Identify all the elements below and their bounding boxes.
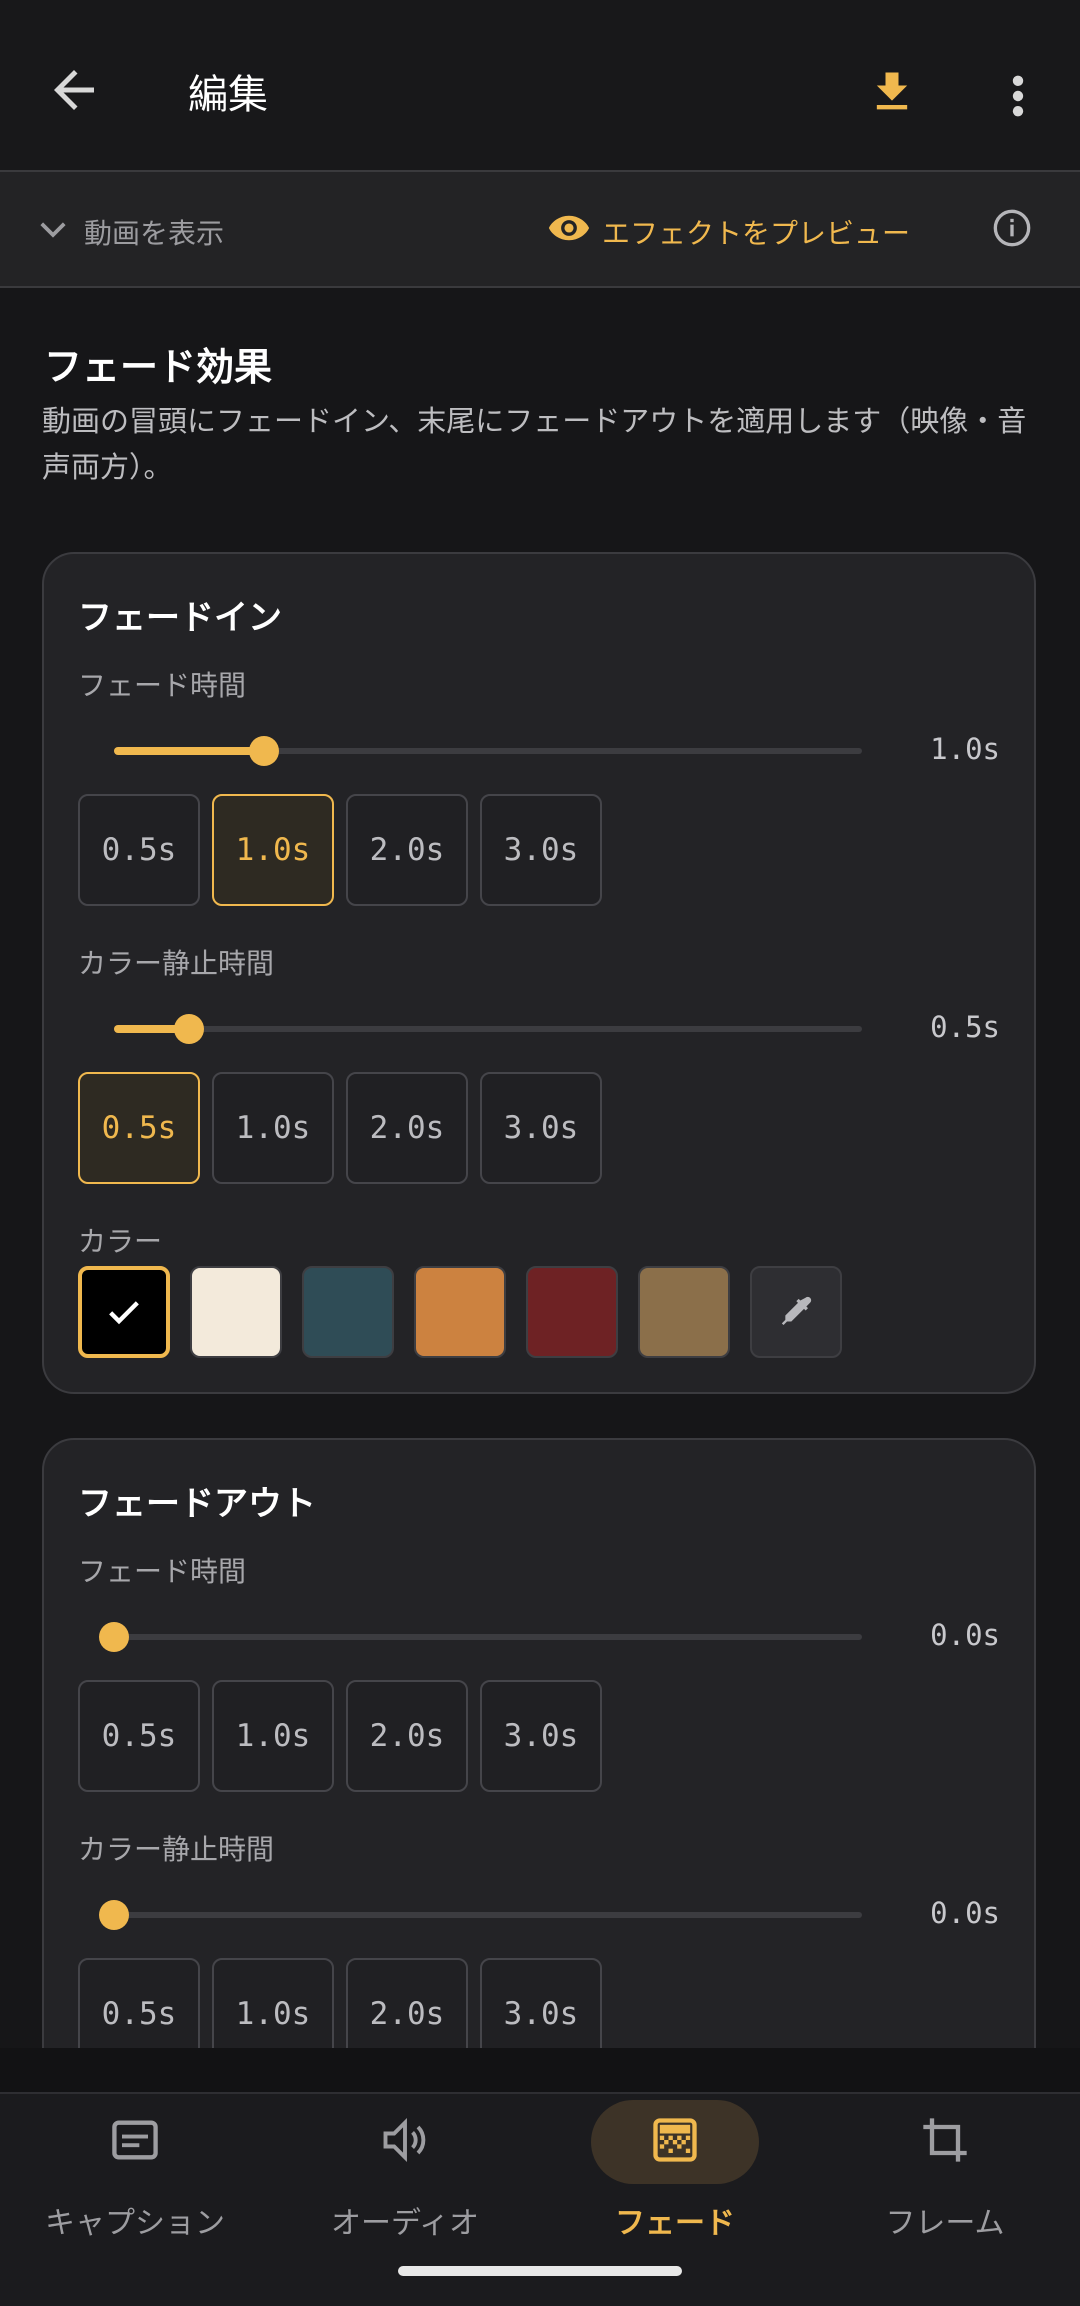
- nav-item-caption[interactable]: キャプション: [0, 2094, 270, 2306]
- home-indicator: [398, 2266, 682, 2276]
- duration-chip[interactable]: 0.5s: [78, 1680, 200, 1792]
- preview-bar: 動画を表示 エフェクトをプレビュー: [0, 170, 1080, 288]
- show-video-toggle[interactable]: 動画を表示: [84, 212, 224, 252]
- preview-effect-button[interactable]: エフェクトをプレビュー: [602, 212, 910, 252]
- custom-color-button[interactable]: [750, 1266, 842, 1358]
- hold-chip[interactable]: 0.5s: [78, 1958, 200, 2048]
- fade-settings-content[interactable]: フェード効果 動画の冒頭にフェードイン、末尾にフェードアウトを適用します（映像・…: [0, 288, 1080, 2048]
- eye-icon[interactable]: [548, 212, 590, 244]
- more-vert-icon[interactable]: [1000, 70, 1036, 122]
- fade-in-hold-label: カラー静止時間: [78, 947, 275, 980]
- fade-out-hold-options: 0.5s 1.0s 2.0s 3.0s: [78, 1958, 602, 2048]
- fade-in-hold-value: 0.5s: [930, 1010, 1000, 1044]
- nav-label: キャプション: [45, 2206, 225, 2241]
- hold-chip[interactable]: 3.0s: [480, 1958, 602, 2048]
- fade-in-hold-options: 0.5s 1.0s 2.0s 3.0s: [78, 1072, 602, 1184]
- fade-icon: [653, 2118, 697, 2162]
- duration-chip[interactable]: 1.0s: [212, 1680, 334, 1792]
- fade-in-card: フェードイン フェード時間 1.0s 0.5s 1.0s 2.0s 3.0s カ…: [42, 552, 1036, 1394]
- duration-chip-selected[interactable]: 1.0s: [212, 794, 334, 906]
- fade-in-duration-value: 1.0s: [930, 732, 1000, 766]
- fade-out-hold-label: カラー静止時間: [78, 1833, 275, 1866]
- download-icon[interactable]: [866, 64, 918, 120]
- fade-in-duration-label: フェード時間: [78, 669, 247, 702]
- color-swatch[interactable]: [190, 1266, 282, 1358]
- color-swatch[interactable]: [414, 1266, 506, 1358]
- fade-in-duration-slider[interactable]: [72, 728, 862, 774]
- fade-out-hold-slider[interactable]: [72, 1892, 862, 1938]
- check-icon: [109, 1301, 139, 1325]
- slider-thumb[interactable]: [173, 1014, 204, 1044]
- color-swatch-selected[interactable]: [78, 1266, 170, 1358]
- duration-chip[interactable]: 2.0s: [346, 1680, 468, 1792]
- fade-out-card: フェードアウト フェード時間 0.0s 0.5s 1.0s 2.0s 3.0s …: [42, 1438, 1036, 2048]
- color-swatch[interactable]: [638, 1266, 730, 1358]
- caption-icon: [112, 2120, 158, 2160]
- color-swatches: [78, 1266, 842, 1358]
- hold-chip[interactable]: 1.0s: [212, 1072, 334, 1184]
- info-icon[interactable]: [992, 208, 1032, 248]
- page-title: 編集: [188, 72, 268, 118]
- color-swatch[interactable]: [526, 1266, 618, 1358]
- duration-chip[interactable]: 3.0s: [480, 794, 602, 906]
- fade-in-color-label: カラー: [78, 1225, 163, 1258]
- fade-out-duration-label: フェード時間: [78, 1555, 247, 1588]
- duration-chip[interactable]: 2.0s: [346, 794, 468, 906]
- hold-chip[interactable]: 3.0s: [480, 1072, 602, 1184]
- hold-chip[interactable]: 2.0s: [346, 1072, 468, 1184]
- nav-label: フレーム: [885, 2206, 1005, 2241]
- crop-icon: [923, 2118, 967, 2162]
- chevron-down-icon[interactable]: [38, 218, 68, 242]
- fade-out-duration-slider[interactable]: [72, 1614, 862, 1660]
- speaker-icon: [383, 2117, 426, 2163]
- section-description: 動画の冒頭にフェードイン、末尾にフェードアウトを適用します（映像・音声両方）。: [42, 404, 1027, 484]
- fade-out-title: フェードアウト: [78, 1484, 316, 1524]
- fade-in-duration-options: 0.5s 1.0s 2.0s 3.0s: [78, 794, 602, 906]
- nav-item-frame[interactable]: フレーム: [810, 2094, 1080, 2306]
- hold-chip[interactable]: 2.0s: [346, 1958, 468, 2048]
- slider-thumb[interactable]: [248, 736, 279, 766]
- hold-chip[interactable]: 1.0s: [212, 1958, 334, 2048]
- section-title: フェード効果: [44, 345, 273, 389]
- color-swatch[interactable]: [302, 1266, 394, 1358]
- nav-label-active: フェード: [615, 2206, 735, 2241]
- top-app-bar: 編集: [0, 0, 1080, 170]
- slider-thumb[interactable]: [99, 1622, 129, 1652]
- slider-thumb[interactable]: [99, 1900, 129, 1930]
- fade-in-title: フェードイン: [78, 598, 282, 638]
- fade-in-hold-slider[interactable]: [72, 1006, 862, 1052]
- fade-out-hold-value: 0.0s: [930, 1896, 1000, 1930]
- fade-out-duration-value: 0.0s: [930, 1618, 1000, 1652]
- nav-label: オーディオ: [331, 2206, 479, 2241]
- fade-out-duration-options: 0.5s 1.0s 2.0s 3.0s: [78, 1680, 602, 1792]
- eyedropper-icon: [781, 1296, 812, 1325]
- duration-chip[interactable]: 0.5s: [78, 794, 200, 906]
- hold-chip-selected[interactable]: 0.5s: [78, 1072, 200, 1184]
- back-arrow-icon[interactable]: [44, 60, 104, 120]
- duration-chip[interactable]: 3.0s: [480, 1680, 602, 1792]
